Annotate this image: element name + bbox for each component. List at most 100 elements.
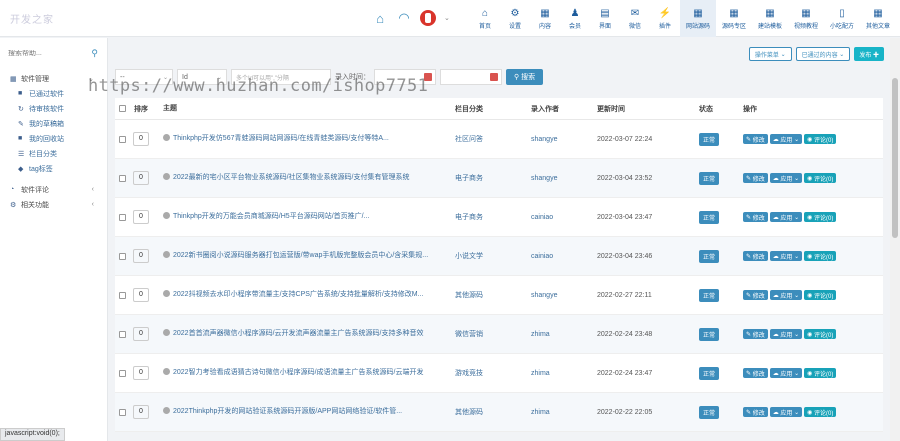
order-input[interactable]: 0 xyxy=(133,366,149,380)
row-category[interactable]: 电子商务 xyxy=(449,212,519,222)
row-author[interactable]: zhima xyxy=(519,331,589,338)
edit-button[interactable]: ✎ 修改 xyxy=(743,134,768,144)
apply-button[interactable]: ☁ 应用 ⌄ xyxy=(769,368,803,378)
apply-button[interactable]: ☁ 应用 ⌄ xyxy=(769,134,803,144)
apply-button[interactable]: ☁ 应用 ⌄ xyxy=(769,173,803,183)
order-input[interactable]: 0 xyxy=(133,249,149,263)
comment-button[interactable]: ◉ 评论(0) xyxy=(804,134,837,144)
comment-button[interactable]: ◉ 评论(0) xyxy=(804,329,837,339)
row-checkbox[interactable] xyxy=(115,369,129,377)
apply-button[interactable]: ☁ 应用 ⌄ xyxy=(769,407,803,417)
filter-status-button[interactable]: 已通过的内容 ⌄ xyxy=(795,47,851,61)
chevron-down-icon[interactable]: ⌄ xyxy=(444,14,450,22)
edit-button[interactable]: ✎ 修改 xyxy=(743,407,768,417)
sidebar-item[interactable]: ↻ 待审核软件 xyxy=(0,101,108,116)
comment-button[interactable]: ◉ 评论(0) xyxy=(804,368,837,378)
order-input[interactable]: 0 xyxy=(133,171,149,185)
calendar-icon[interactable] xyxy=(490,73,498,81)
sidebar-item[interactable]: ■ 我的回收站 xyxy=(0,131,108,146)
apply-button[interactable]: ☁ 应用 ⌄ xyxy=(769,251,803,261)
comment-button[interactable]: ◉ 评论(0) xyxy=(804,251,837,261)
search-icon[interactable]: ⚲ xyxy=(91,48,98,59)
row-title[interactable]: Thinkphp开发仿567青蛙源码网站网源码/在线青蛙类源码/支付等特A... xyxy=(153,134,449,144)
row-author[interactable]: zhima xyxy=(519,370,589,377)
search-button[interactable]: ⚲ 搜索 xyxy=(506,69,544,85)
sidebar-item[interactable]: ⚙ 相关功能 ‹ xyxy=(0,197,108,212)
sidebar-item[interactable]: ◆ tag标签 xyxy=(0,161,108,176)
avatar[interactable] xyxy=(420,10,436,26)
row-author[interactable]: zhima xyxy=(519,409,589,416)
row-category[interactable]: 小说文学 xyxy=(449,251,519,261)
row-title[interactable]: Thinkphp开发的万能会员商城源码/H5平台源码网站/首页推广/... xyxy=(153,212,449,222)
row-checkbox[interactable] xyxy=(115,174,129,182)
topnav-item[interactable]: ▦ 视频教程 xyxy=(788,0,824,37)
row-checkbox[interactable] xyxy=(115,408,129,416)
row-checkbox[interactable] xyxy=(115,213,129,221)
topnav-item[interactable]: ▦ 源码专区 xyxy=(716,0,752,37)
edit-button[interactable]: ✎ 修改 xyxy=(743,368,768,378)
topnav-item[interactable]: ✉ 微信 xyxy=(620,0,650,37)
scrollbar-thumb[interactable] xyxy=(892,78,898,238)
batch-actions-button[interactable]: 操作菜单 ⌄ xyxy=(748,47,792,61)
search-input[interactable] xyxy=(8,49,78,57)
row-title[interactable]: 2022智力考验看成语猜古诗句微信小程序源码/成语流量主广告系统源码/云端开发 xyxy=(153,368,449,378)
comment-button[interactable]: ◉ 评论(0) xyxy=(804,407,837,417)
topnav-item[interactable]: ▦ 建站模板 xyxy=(752,0,788,37)
order-input[interactable]: 0 xyxy=(133,405,149,419)
sidebar-item[interactable]: ✎ 我的草稿箱 xyxy=(0,116,108,131)
edit-button[interactable]: ✎ 修改 xyxy=(743,212,768,222)
row-category[interactable]: 其他源码 xyxy=(449,290,519,300)
row-author[interactable]: shangye xyxy=(519,136,589,143)
row-title[interactable]: 2022Thinkphp开发的网站验证系统源码开源版/APP网站网络验证/软件管… xyxy=(153,407,449,417)
topnav-item[interactable]: ▦ 内容 xyxy=(530,0,560,37)
row-author[interactable]: shangye xyxy=(519,292,589,299)
order-input[interactable]: 0 xyxy=(133,288,149,302)
topnav-item[interactable]: ⚙ 设置 xyxy=(500,0,530,37)
order-input[interactable]: 0 xyxy=(133,132,149,146)
row-checkbox[interactable] xyxy=(115,330,129,338)
row-category[interactable]: 电子商务 xyxy=(449,173,519,183)
edit-button[interactable]: ✎ 修改 xyxy=(743,251,768,261)
row-category[interactable]: 微信营销 xyxy=(449,329,519,339)
refresh-icon[interactable]: ◠ xyxy=(396,10,412,26)
header-time[interactable]: 更新时间 xyxy=(589,104,693,114)
comment-button[interactable]: ◉ 评论(0) xyxy=(804,212,837,222)
row-title[interactable]: 2022最新的宅小区平台物业系统源码/社区集物业系统源码/支付集有管理系统 xyxy=(153,173,449,183)
edit-button[interactable]: ✎ 修改 xyxy=(743,290,768,300)
comment-button[interactable]: ◉ 评论(0) xyxy=(804,290,837,300)
row-title[interactable]: 2022新书圈阅小说源码服务器打包运营版/带wap手机版完整版会员中心/含采集规… xyxy=(153,251,449,261)
home-icon[interactable]: ⌂ xyxy=(372,11,388,26)
row-checkbox[interactable] xyxy=(115,291,129,299)
comment-button[interactable]: ◉ 评论(0) xyxy=(804,173,837,183)
apply-button[interactable]: ☁ 应用 ⌄ xyxy=(769,212,803,222)
topnav-item[interactable]: ♟ 会员 xyxy=(560,0,590,37)
row-author[interactable]: shangye xyxy=(519,175,589,182)
apply-button[interactable]: ☁ 应用 ⌄ xyxy=(769,329,803,339)
topnav-item[interactable]: ⌂ 首页 xyxy=(470,0,500,37)
order-input[interactable]: 0 xyxy=(133,327,149,341)
topnav-item[interactable]: ▤ 界面 xyxy=(590,0,620,37)
brand-logo[interactable]: 开发之家 xyxy=(10,11,54,26)
apply-button[interactable]: ☁ 应用 ⌄ xyxy=(769,290,803,300)
edit-button[interactable]: ✎ 修改 xyxy=(743,173,768,183)
sidebar-item[interactable]: ☰ 栏目分类 xyxy=(0,146,108,161)
row-title[interactable]: 2022抖视频去水印小程序带流量主/支持CPS广告系统/支持批量解析/支持修改M… xyxy=(153,290,449,300)
row-author[interactable]: cainiao xyxy=(519,253,589,260)
edit-button[interactable]: ✎ 修改 xyxy=(743,329,768,339)
publish-button[interactable]: 发布 ✚ xyxy=(854,47,884,61)
row-author[interactable]: cainiao xyxy=(519,214,589,221)
topnav-item[interactable]: ▦ 其他文章 xyxy=(860,0,896,37)
order-input[interactable]: 0 xyxy=(133,210,149,224)
header-order[interactable]: 排序 xyxy=(129,104,153,114)
row-category[interactable]: 游戏竞技 xyxy=(449,368,519,378)
row-title[interactable]: 2022首首流声器微信小程序源码/云开发流声器流量主广告系统源码/支持多种音效 xyxy=(153,329,449,339)
row-checkbox[interactable] xyxy=(115,252,129,260)
scrollbar[interactable] xyxy=(890,38,900,441)
sidebar-item[interactable]: ◔ 软件评论 ‹ xyxy=(0,182,108,197)
topnav-item[interactable]: ▦ 网站源码 xyxy=(680,0,716,37)
end-date-input[interactable] xyxy=(440,69,502,85)
topnav-item[interactable]: ▯ 小吃配方 xyxy=(824,0,860,37)
row-category[interactable]: 其他源码 xyxy=(449,407,519,417)
row-category[interactable]: 社区问答 xyxy=(449,134,519,144)
row-checkbox[interactable] xyxy=(115,135,129,143)
